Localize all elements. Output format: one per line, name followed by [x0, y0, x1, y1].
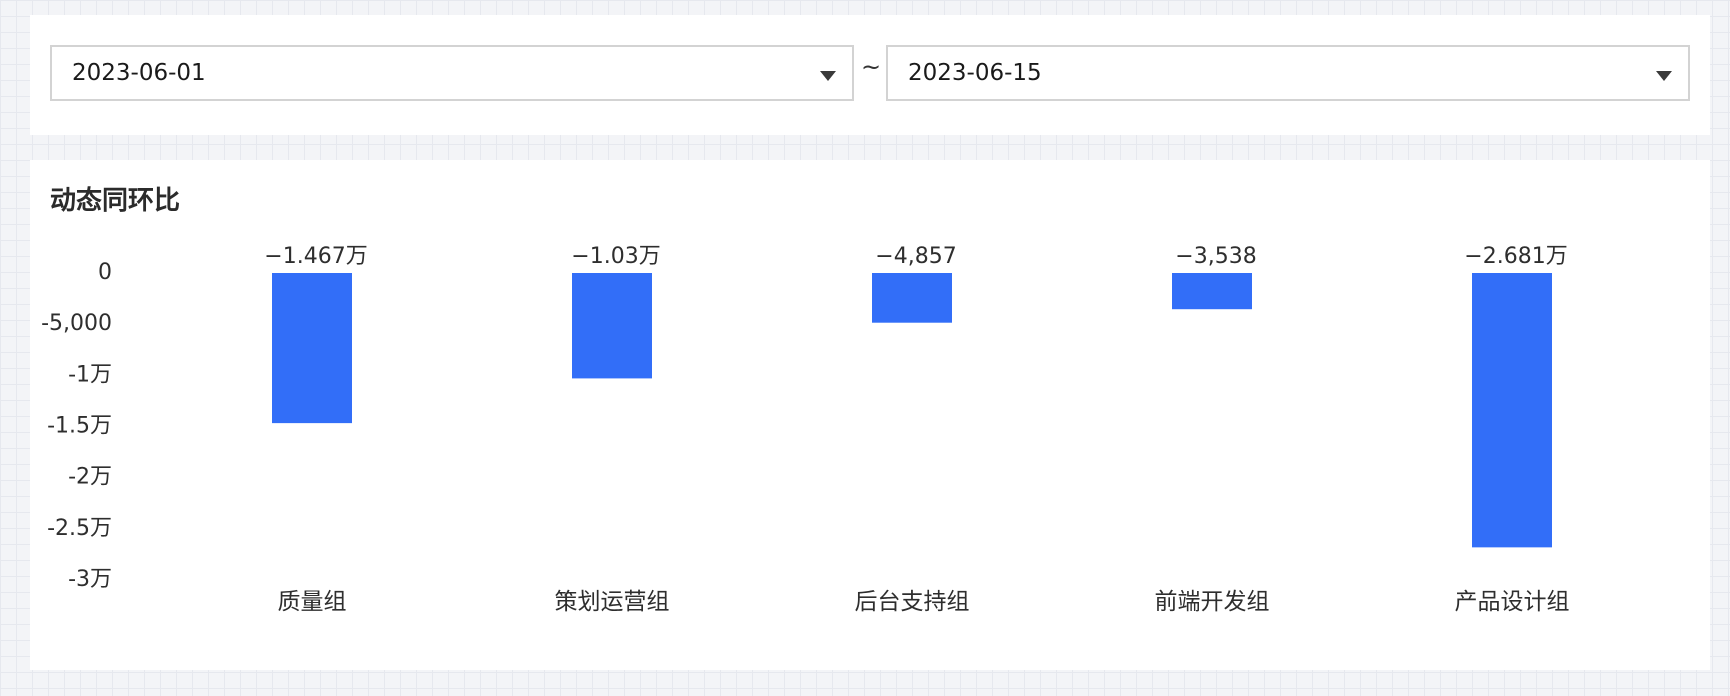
- data-label: −2.681万: [1464, 244, 1567, 269]
- bar-1: [572, 273, 652, 379]
- category-label: 质量组: [278, 589, 347, 615]
- category-label: 产品设计组: [1455, 589, 1570, 615]
- category-label: 前端开发组: [1155, 589, 1270, 615]
- bar-series: [272, 273, 1552, 548]
- chart-panel: 0 -5,000 -1万 -1.5万 -2万 -2.5万 -3万 −1.467万 −1.03万…: [30, 160, 1710, 670]
- bar-3: [1172, 273, 1252, 310]
- end-date-select[interactable]: 2023-06-15: [886, 45, 1690, 101]
- y-tick-label: -3万: [68, 567, 112, 592]
- y-tick-label: 0: [98, 260, 112, 285]
- data-label: −1.03万: [571, 244, 660, 269]
- bar-4: [1472, 273, 1552, 548]
- end-date-value: 2023-06-15: [908, 60, 1042, 86]
- category-label: 策划运营组: [555, 589, 670, 615]
- bar-chart: 0 -5,000 -1万 -1.5万 -2万 -2.5万 -3万 −1.467万 −1.03万…: [41, 244, 1570, 615]
- date-range-separator: ~: [860, 53, 882, 81]
- y-tick-label: -2.5万: [47, 516, 112, 541]
- y-tick-label: -5,000: [41, 311, 112, 336]
- y-tick-label: -1.5万: [47, 414, 112, 439]
- y-tick-label: -2万: [68, 465, 112, 490]
- data-label: −3,538: [1175, 244, 1256, 269]
- y-tick-label: -1万: [68, 362, 112, 387]
- date-filter-panel: 2023-06-01 ~ 2023-06-15: [30, 15, 1710, 135]
- caret-down-icon[interactable]: [1656, 71, 1672, 81]
- x-axis: 质量组 策划运营组 后台支持组 前端开发组 产品设计组: [278, 589, 1570, 615]
- category-label: 后台支持组: [855, 589, 970, 615]
- start-date-value: 2023-06-01: [72, 60, 206, 86]
- data-label: −4,857: [875, 244, 956, 269]
- start-date-select[interactable]: 2023-06-01: [50, 45, 854, 101]
- bar-2: [872, 273, 952, 323]
- data-label: −1.467万: [264, 244, 367, 269]
- bar-0: [272, 273, 352, 424]
- data-labels: −1.467万 −1.03万 −4,857 −3,538 −2.681万: [264, 244, 1567, 269]
- caret-down-icon[interactable]: [820, 71, 836, 81]
- chart-title: 动态同环比: [50, 186, 181, 216]
- y-axis: 0 -5,000 -1万 -1.5万 -2万 -2.5万 -3万: [41, 260, 112, 592]
